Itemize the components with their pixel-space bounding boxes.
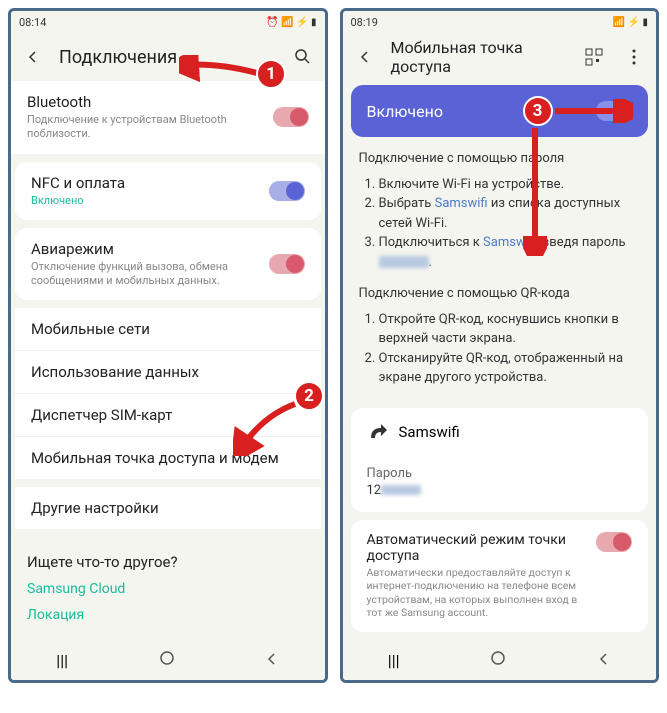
- recents-button[interactable]: |||: [56, 651, 68, 670]
- qr-icon: [585, 48, 603, 66]
- auto-hotspot-row[interactable]: Автоматический режим точки доступа Автом…: [351, 520, 649, 633]
- back-button[interactable]: [19, 43, 47, 71]
- home-button[interactable]: [490, 650, 506, 670]
- section-title: Подключение с помощью QR-кода: [359, 284, 641, 304]
- nav-bar: |||: [11, 640, 325, 680]
- qr-button[interactable]: [580, 43, 608, 71]
- airplane-toggle[interactable]: [269, 254, 305, 274]
- instruction-step: Отсканируйте QR-код, отображенный на экр…: [379, 349, 641, 388]
- looking-for-title: Ищете что-то другое?: [27, 553, 309, 571]
- row-airplane[interactable]: Авиарежим Отключение функций вызова, обм…: [15, 228, 321, 301]
- annotation-arrow-3a: [553, 99, 633, 123]
- bluetooth-toggle[interactable]: [273, 107, 309, 127]
- auto-hotspot-toggle[interactable]: [596, 532, 632, 552]
- phone-left-connections: 08:14 ⏰ 📶 ⚡ ▮ Подключения Bluetooth Подк…: [8, 8, 328, 683]
- looking-for-section: Ищете что-то другое? Samsung Cloud Локац…: [11, 537, 325, 639]
- nfc-toggle[interactable]: [269, 181, 305, 201]
- hotspot-icon: [367, 422, 387, 442]
- instruction-step: Подключиться к Samswifi, введя пароль .: [379, 233, 641, 272]
- annotation-badge-3: 3: [523, 96, 553, 126]
- password-row[interactable]: Пароль 12: [351, 456, 649, 512]
- chevron-left-icon: [26, 50, 40, 64]
- password-instructions: Подключение с помощью пароля Включите Wi…: [343, 149, 657, 284]
- header: Мобильная точка доступа: [343, 33, 657, 81]
- row-bluetooth[interactable]: Bluetooth Подключение к устройствам Blue…: [11, 81, 325, 154]
- more-button[interactable]: [620, 43, 648, 71]
- back-button[interactable]: [351, 43, 379, 71]
- row-nfc[interactable]: NFC и оплата Включено: [15, 162, 321, 220]
- annotation-arrow-3b: [523, 126, 547, 256]
- annotation-badge-2: 2: [294, 381, 324, 411]
- annotation-arrow-2: [233, 396, 303, 456]
- row-title: NFC и оплата: [31, 174, 257, 192]
- row-title: Авиарежим: [31, 240, 257, 258]
- instruction-step: Откройте QR-код, коснувшись кнопки в вер…: [379, 310, 641, 349]
- status-bar: 08:19 📶 ⚡ ▮: [343, 11, 657, 33]
- row-subtitle: Автоматически предоставляйте доступ к ин…: [367, 566, 587, 621]
- row-subtitle: Включено: [31, 194, 257, 208]
- row-title: Bluetooth: [27, 93, 261, 111]
- search-icon: [294, 48, 312, 66]
- hotspot-content: Включено Подключение с помощью пароля Вк…: [343, 81, 657, 640]
- clock: 08:14: [19, 16, 46, 29]
- nav-bar: |||: [343, 640, 657, 680]
- ssid-value: Samswifi: [399, 423, 460, 441]
- back-nav-button[interactable]: [265, 651, 279, 670]
- search-button[interactable]: [289, 43, 317, 71]
- back-nav-button[interactable]: [597, 651, 611, 670]
- row-title: Автоматический режим точки доступа: [367, 532, 587, 564]
- password-value: 12: [367, 483, 633, 498]
- status-bar: 08:14 ⏰ 📶 ⚡ ▮: [11, 11, 325, 33]
- home-button[interactable]: [159, 650, 175, 670]
- row-subtitle: Отключение функций вызова, обмена сообще…: [31, 260, 257, 289]
- section-title: Подключение с помощью пароля: [359, 149, 641, 169]
- password-label: Пароль: [367, 466, 633, 481]
- settings-list: Bluetooth Подключение к устройствам Blue…: [11, 81, 325, 640]
- instruction-step: Выбрать Samswifi из списка доступных сет…: [379, 194, 641, 233]
- status-icons: ⏰ 📶 ⚡ ▮: [266, 17, 316, 28]
- status-icons: 📶 ⚡ ▮: [613, 17, 648, 28]
- page-title: Мобильная точка доступа: [391, 38, 569, 76]
- row-subtitle: Подключение к устройствам Bluetooth побл…: [27, 113, 261, 142]
- blurred-password: [379, 256, 429, 268]
- chevron-left-icon: [358, 50, 372, 64]
- annotation-badge-1: 1: [256, 59, 286, 89]
- recents-button[interactable]: |||: [388, 651, 400, 670]
- phone-right-hotspot: 08:19 📶 ⚡ ▮ Мобильная точка доступа Вклю…: [340, 8, 660, 683]
- link-samsung-cloud[interactable]: Samsung Cloud: [27, 581, 309, 597]
- qr-instructions: Подключение с помощью QR-кода Откройте Q…: [343, 284, 657, 400]
- row-other-settings[interactable]: Другие настройки: [15, 487, 321, 529]
- enabled-label: Включено: [367, 102, 443, 121]
- more-vert-icon: [632, 49, 636, 65]
- clock: 08:19: [351, 16, 378, 29]
- instruction-step: Включите Wi-Fi на устройстве.: [379, 175, 641, 195]
- ssid-row[interactable]: Samswifi: [351, 408, 649, 456]
- link-location[interactable]: Локация: [27, 607, 309, 623]
- row-mobile-networks[interactable]: Мобильные сети: [15, 308, 321, 351]
- row-data-usage[interactable]: Использование данных: [15, 351, 321, 394]
- annotation-arrow-1: [179, 55, 259, 85]
